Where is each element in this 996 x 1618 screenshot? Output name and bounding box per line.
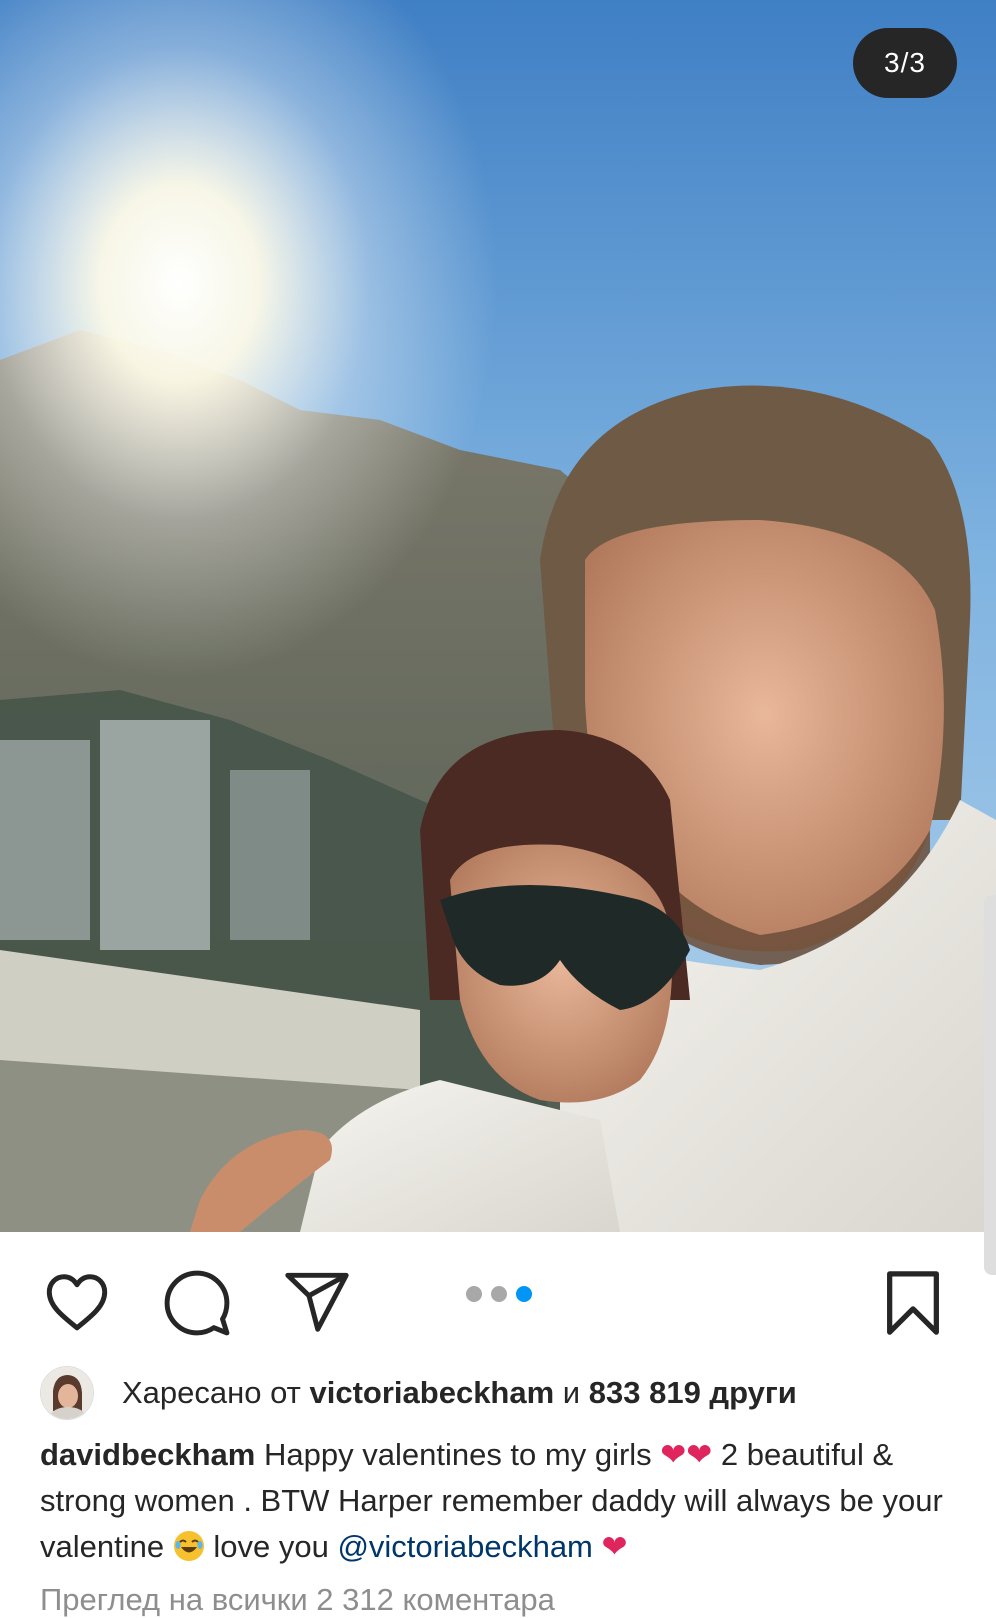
likes-conjunction: и bbox=[562, 1375, 581, 1410]
carousel-dot bbox=[491, 1286, 507, 1302]
avatar[interactable] bbox=[40, 1366, 94, 1420]
likes-count-link[interactable]: 833 819 други bbox=[589, 1375, 797, 1411]
post-caption: davidbeckham Happy valentines to my girl… bbox=[40, 1432, 980, 1570]
caption-mention-link[interactable]: @victoriabeckham bbox=[337, 1529, 592, 1564]
selfie-photo bbox=[0, 0, 996, 1232]
view-all-comments-link[interactable]: Преглед на всички 2 312 коментара bbox=[40, 1582, 555, 1618]
likes-user-link[interactable]: victoriabeckham bbox=[310, 1375, 555, 1411]
carousel-indicator bbox=[466, 1286, 532, 1302]
caption-text-1: Happy valentines to my girls bbox=[264, 1437, 652, 1472]
carousel-dot bbox=[466, 1286, 482, 1302]
likes-prefix: Харесано от bbox=[122, 1375, 301, 1410]
laughing-emoji-icon bbox=[173, 1531, 204, 1561]
paper-plane-icon[interactable] bbox=[282, 1268, 352, 1338]
heart-outline-icon[interactable] bbox=[42, 1268, 112, 1338]
red-heart-emoji: ❤ bbox=[601, 1529, 628, 1565]
comment-bubble-icon[interactable] bbox=[162, 1268, 232, 1338]
likes-line[interactable]: Харесано от victoriabeckham и 833 819 др… bbox=[40, 1366, 797, 1420]
red-heart-emoji: ❤❤ bbox=[660, 1437, 713, 1473]
image-counter: 3/3 bbox=[853, 28, 957, 98]
post-photo[interactable] bbox=[0, 0, 996, 1232]
bookmark-icon[interactable] bbox=[878, 1268, 948, 1338]
caption-username[interactable]: davidbeckham bbox=[40, 1437, 255, 1472]
scrollbar-edge[interactable] bbox=[984, 895, 996, 1275]
carousel-dot-active bbox=[516, 1286, 532, 1302]
caption-text-3: love you bbox=[213, 1529, 329, 1564]
